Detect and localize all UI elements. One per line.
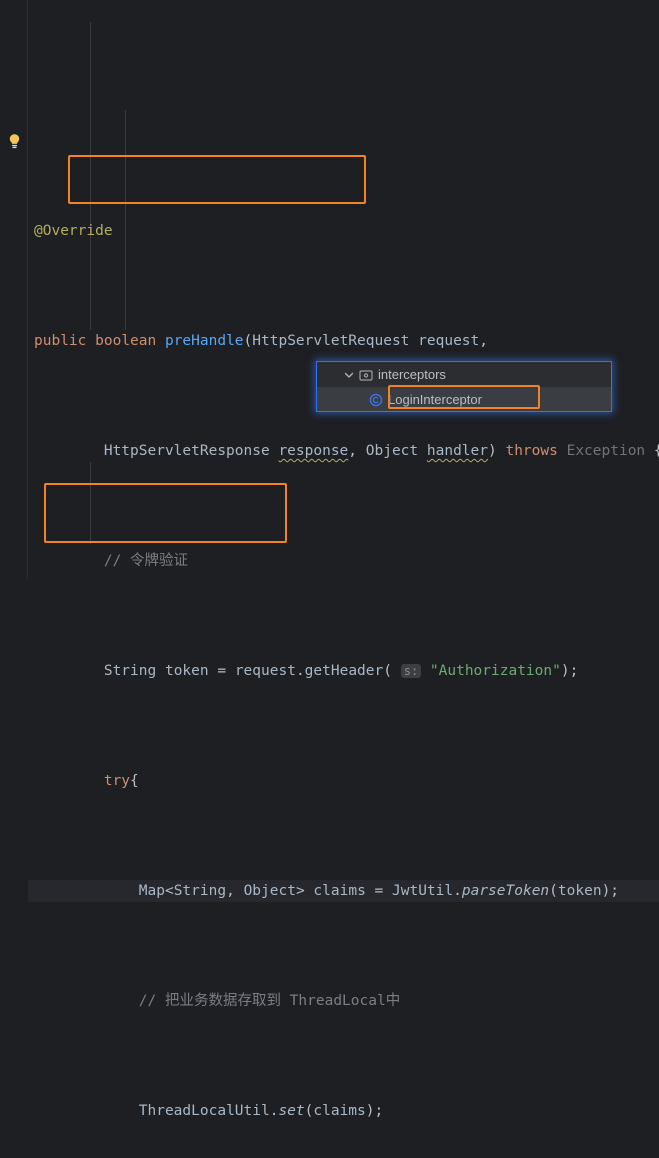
token-keyword-try: try (103, 773, 131, 789)
code-line-active[interactable]: Map<String, Object> claims = JwtUtil.par… (28, 880, 659, 902)
code-line[interactable]: String token = request.getHeader( s: "Au… (28, 660, 659, 682)
token-var-handler: handler (426, 443, 488, 459)
token-method-prehandle: preHandle (164, 333, 244, 349)
code-line[interactable]: @Override (28, 220, 659, 242)
token-type-object: Object (243, 883, 296, 899)
token-type-string: String (173, 883, 227, 899)
token-punct: > (295, 883, 305, 899)
token-type-exception: Exception (566, 443, 646, 459)
token-string-authorization: "Authorization" (429, 663, 561, 679)
token-punct: { (654, 443, 659, 459)
token-var-claims: claims (313, 1103, 366, 1119)
lightbulb-icon[interactable] (7, 133, 22, 150)
code-line[interactable]: public boolean preHandle(HttpServletRequ… (28, 330, 659, 352)
code-line[interactable]: // 令牌验证 (28, 550, 659, 572)
token-var-request: request (234, 663, 296, 679)
token-punct: . (269, 1103, 279, 1119)
token-punct: ( (549, 883, 558, 899)
token-call-parsetoken: parseToken (461, 883, 550, 899)
token-punct: ) (488, 443, 497, 459)
token-type-request: HttpServletRequest (252, 333, 410, 349)
project-tree-popup[interactable]: interceptors LoginInterceptor (316, 361, 612, 412)
token-punct: ( (383, 663, 401, 679)
token-var-token: token (164, 663, 209, 679)
editor-gutter[interactable] (0, 0, 28, 579)
token-call-getheader: getHeader (304, 663, 384, 679)
token-var-token: token (557, 883, 602, 899)
code-line[interactable]: ThreadLocalUtil.set(claims); (28, 1100, 659, 1122)
token-punct: = (217, 663, 227, 679)
tree-item-interceptors[interactable]: interceptors (317, 362, 611, 387)
token-comment-token-verify: // 令牌验证 (103, 553, 189, 569)
code-line[interactable]: try{ (28, 770, 659, 792)
indent-guide (125, 264, 126, 330)
code-line[interactable]: // 把业务数据存取到 ThreadLocal中 (28, 990, 659, 1012)
token-punct: ( (243, 333, 253, 349)
token-type-object: Object (365, 443, 419, 459)
token-type-response: HttpServletResponse (103, 443, 270, 459)
param-hint-badge: s: (400, 664, 422, 678)
token-punct: , (479, 333, 488, 349)
tree-item-label: LoginInterceptor (388, 391, 482, 407)
token-call-set: set (278, 1103, 305, 1119)
token-punct: ); (560, 663, 579, 679)
code-content[interactable]: @Override public boolean preHandle(HttpS… (28, 0, 659, 1119)
tree-item-logininterceptor[interactable]: LoginInterceptor (317, 387, 611, 411)
token-punct: ); (365, 1103, 384, 1119)
code-line[interactable]: HttpServletResponse response, Object han… (28, 440, 659, 462)
token-punct: . (453, 883, 462, 899)
token-punct: = (374, 883, 384, 899)
chevron-down-icon[interactable] (343, 369, 355, 381)
token-punct: . (295, 663, 305, 679)
token-punct: , (348, 443, 358, 459)
tree-item-label: interceptors (378, 366, 446, 382)
code-editor[interactable]: @Override public boolean preHandle(HttpS… (0, 0, 659, 1119)
token-keyword-public: public (34, 333, 87, 349)
token-keyword-boolean: boolean (95, 333, 157, 349)
token-punct: < (164, 883, 174, 899)
indent-guide (90, 462, 91, 544)
token-type-string: String (103, 663, 157, 679)
token-class-jwtutil: JwtUtil (392, 883, 454, 899)
token-punct: { (130, 773, 139, 789)
indent-guide (90, 22, 91, 330)
token-comment-save-threadlocal: // 把业务数据存取到 ThreadLocal中 (138, 993, 401, 1009)
token-class-threadlocalutil: ThreadLocalUtil (138, 1103, 270, 1119)
token-var-request: request (418, 333, 480, 349)
token-annotation: @Override (34, 223, 113, 239)
folder-package-icon (359, 368, 373, 382)
token-type-map: Map (138, 883, 165, 899)
token-var-claims: claims (313, 883, 366, 899)
token-var-response: response (278, 443, 349, 459)
token-punct: ( (304, 1103, 314, 1119)
java-class-icon (369, 393, 383, 407)
token-keyword-throws: throws (505, 443, 558, 459)
token-punct: , (226, 883, 235, 899)
token-punct: ); (601, 883, 620, 899)
